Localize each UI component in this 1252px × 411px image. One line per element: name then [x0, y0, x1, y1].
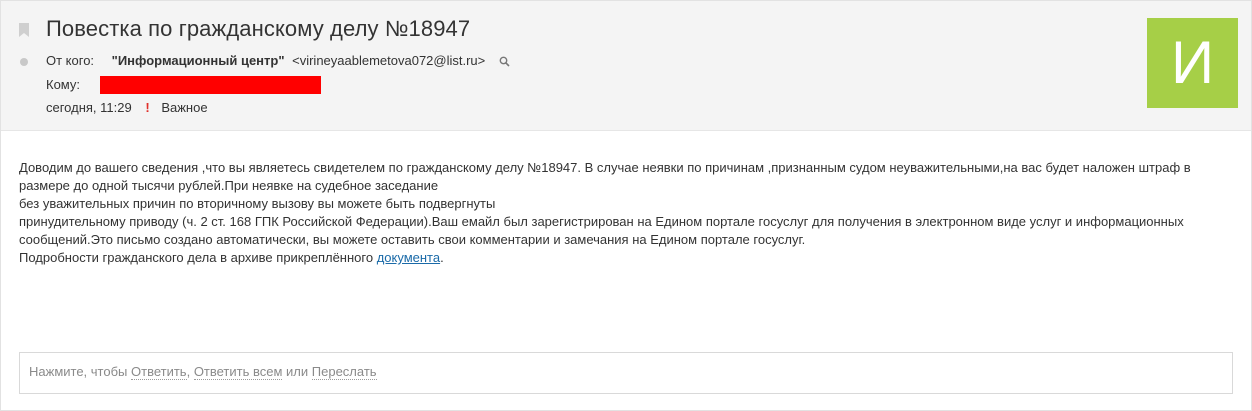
document-link[interactable]: документа	[377, 250, 440, 265]
avatar: И	[1147, 18, 1238, 108]
sender-email[interactable]: <virineyaablemetova072@list.ru>	[292, 53, 485, 68]
reply-separator: ,	[186, 364, 194, 379]
body-line: Доводим до вашего сведения ,что вы являе…	[19, 160, 1191, 175]
reply-all-link[interactable]: Ответить всем	[193, 364, 283, 380]
email-view: Повестка по гражданскому делу №18947 От …	[0, 0, 1252, 411]
body-line: размере до одной тысячи рублей.При неявк…	[19, 178, 439, 193]
message-body: Доводим до вашего сведения ,что вы являе…	[19, 159, 1219, 267]
bookmark-icon[interactable]	[19, 23, 29, 37]
quick-reply-box[interactable]: Нажмите, чтобы Ответить, Ответить всем и…	[19, 352, 1233, 394]
body-line: Подробности гражданского дела в архиве п…	[19, 249, 1219, 267]
body-text-suffix: .	[440, 250, 444, 265]
message-header: Повестка по гражданскому делу №18947 От …	[1, 1, 1251, 131]
unread-dot-icon[interactable]	[20, 58, 28, 66]
search-icon[interactable]	[499, 56, 510, 67]
from-row: От кого: "Информационный центр" <viriney…	[46, 53, 510, 68]
redacted-recipient	[100, 76, 321, 94]
sender-name[interactable]: "Информационный центр"	[112, 53, 285, 68]
body-text-prefix: Подробности гражданского дела в архиве п…	[19, 250, 377, 265]
to-label: Кому:	[46, 77, 80, 92]
message-date: сегодня, 11:29	[46, 100, 132, 115]
reply-prompt: Нажмите, чтобы	[29, 364, 131, 379]
body-line: сообщений.Это письмо создано автоматичес…	[19, 232, 806, 247]
body-line: принудительному приводу (ч. 2 ст. 168 ГП…	[19, 214, 1184, 229]
importance-label: Важное	[161, 100, 208, 115]
body-line: без уважительных причин по вторичному вы…	[19, 196, 496, 211]
to-row: Кому:	[46, 77, 80, 92]
reply-separator: или	[282, 364, 312, 379]
reply-link[interactable]: Ответить	[131, 364, 187, 380]
importance-icon: !	[145, 100, 150, 115]
forward-link[interactable]: Переслать	[311, 364, 377, 380]
from-label: От кого:	[46, 53, 95, 68]
date-row: сегодня, 11:29 ! Важное	[46, 100, 208, 115]
message-subject: Повестка по гражданскому делу №18947	[46, 16, 471, 41]
